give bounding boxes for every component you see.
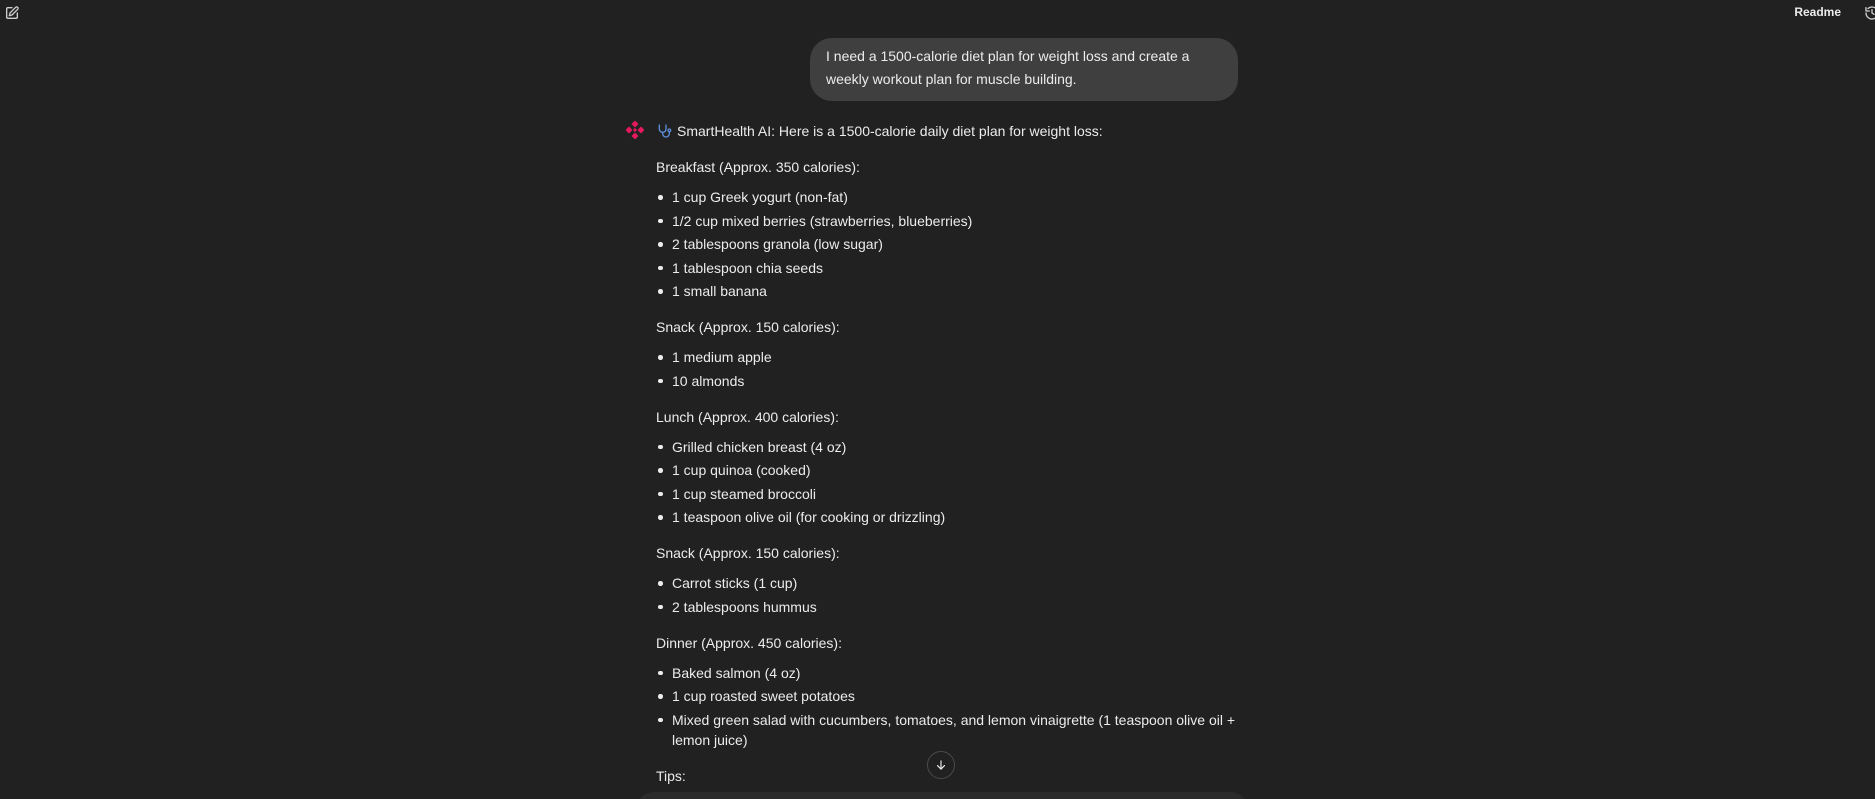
history-icon [1865, 6, 1875, 20]
section-list: Grilled chicken breast (4 oz) 1 cup quino… [656, 437, 1256, 528]
user-message-text: I need a 1500-calorie diet plan for weig… [826, 48, 1190, 87]
list-item: 1 cup Greek yogurt (non-fat) [658, 187, 1256, 207]
list-item: 1 teaspoon olive oil (for cooking or dri… [658, 507, 1256, 527]
readme-link[interactable]: Readme [1794, 5, 1841, 19]
diet-plan-sections: Breakfast (Approx. 350 calories): 1 cup G… [656, 157, 1256, 750]
list-item: Carrot sticks (1 cup) [658, 573, 1256, 593]
list-item: 1 medium apple [658, 347, 1256, 367]
composer-top-edge [636, 792, 1248, 799]
list-item: 1 tablespoon chia seeds [658, 258, 1256, 278]
section-list: Carrot sticks (1 cup) 2 tablespoons hummu… [656, 573, 1256, 617]
user-message-bubble: I need a 1500-calorie diet plan for weig… [810, 38, 1238, 101]
list-item: Grilled chicken breast (4 oz) [658, 437, 1256, 457]
section-list: Baked salmon (4 oz) 1 cup roasted sweet p… [656, 663, 1256, 750]
list-item: 2 tablespoons granola (low sugar) [658, 234, 1256, 254]
list-item: 1 cup quinoa (cooked) [658, 460, 1256, 480]
list-item: Mixed green salad with cucumbers, tomato… [658, 710, 1256, 750]
list-item: 1 small banana [658, 281, 1256, 301]
section-list: 1 medium apple 10 almonds [656, 347, 1256, 391]
assistant-message: SmartHealth AI: Here is a 1500-calorie d… [656, 121, 1256, 786]
section-heading: Snack (Approx. 150 calories): [656, 319, 840, 335]
section-heading: Snack (Approx. 150 calories): [656, 545, 840, 561]
edit-icon [5, 6, 19, 19]
assistant-intro-text: SmartHealth AI: Here is a 1500-calorie d… [677, 123, 1103, 139]
list-item: 1 cup roasted sweet potatoes [658, 686, 1256, 706]
scroll-to-bottom-button[interactable] [927, 751, 955, 779]
section-heading: Lunch (Approx. 400 calories): [656, 408, 839, 425]
chat-page: Readme I need a 1500-calorie diet plan f… [0, 0, 1875, 799]
tips-heading: Tips: [656, 767, 686, 784]
list-item: 2 tablespoons hummus [658, 597, 1256, 617]
list-item: Baked salmon (4 oz) [658, 663, 1256, 683]
list-item: 1/2 cup mixed berries (strawberries, blu… [658, 211, 1256, 231]
assistant-intro: SmartHealth AI: Here is a 1500-calorie d… [656, 121, 1256, 141]
new-chat-button[interactable] [3, 4, 21, 22]
history-button[interactable] [1863, 4, 1875, 22]
section-heading: Dinner (Approx. 450 calories): [656, 634, 842, 651]
section-heading: Breakfast (Approx. 350 calories): [656, 159, 860, 175]
arrow-down-icon [936, 760, 946, 770]
stethoscope-icon [658, 124, 672, 138]
section-list: 1 cup Greek yogurt (non-fat) 1/2 cup mixe… [656, 187, 1256, 301]
list-item: 1 cup steamed broccoli [658, 484, 1256, 504]
brand-logo-icon [626, 121, 644, 139]
list-item: 10 almonds [658, 371, 1256, 391]
